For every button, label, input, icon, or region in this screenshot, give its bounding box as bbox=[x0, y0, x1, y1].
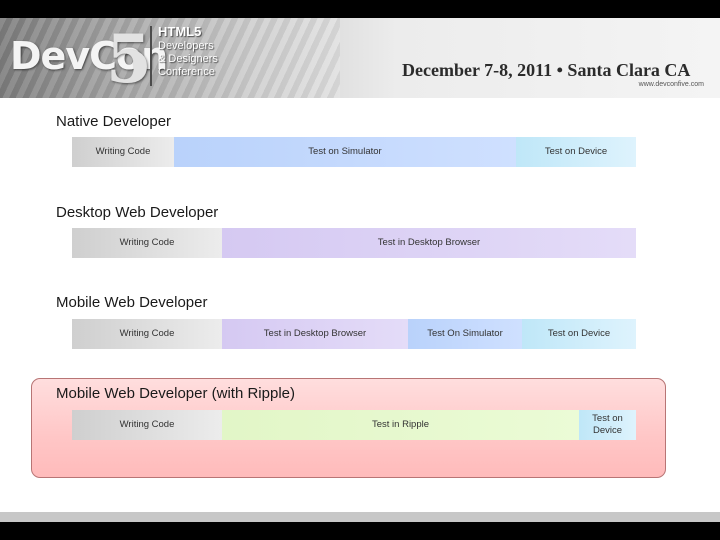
native-test-device-segment: Test on Device bbox=[516, 137, 636, 167]
section-title-mobile-web-developer: Mobile Web Developer bbox=[56, 294, 208, 311]
section-title-mobile-web-developer-ripple: Mobile Web Developer (with Ripple) bbox=[56, 385, 295, 402]
logo-subtitle-line-3: Conference bbox=[158, 66, 215, 78]
ripple-test-in-ripple-segment: Test in Ripple bbox=[222, 410, 579, 440]
mobile-writing-code-segment: Writing Code bbox=[72, 319, 222, 349]
mobile-test-desktop-browser-segment: Test in Desktop Browser bbox=[222, 319, 408, 349]
logo-html5: HTML5 bbox=[158, 24, 202, 39]
ripple-writing-code-segment: Writing Code bbox=[72, 410, 222, 440]
ripple-test-device-segment: Test on Device bbox=[579, 410, 636, 440]
top-black-bar bbox=[0, 0, 720, 18]
mobile-test-device-segment: Test on Device bbox=[522, 319, 636, 349]
logo-subtitle-line-2: & Designers bbox=[158, 53, 218, 65]
bottom-black-bar bbox=[0, 522, 720, 540]
footer-grey-strip bbox=[0, 512, 720, 522]
desktop-test-browser-segment: Test in Desktop Browser bbox=[222, 228, 636, 258]
desktop-writing-code-segment: Writing Code bbox=[72, 228, 222, 258]
logo-divider bbox=[150, 26, 152, 86]
native-writing-code-segment: Writing Code bbox=[72, 137, 174, 167]
native-test-simulator-segment: Test on Simulator bbox=[174, 137, 516, 167]
logo-subtitle: Developers & Designers Conference bbox=[158, 40, 248, 79]
event-url: www.devconfive.com bbox=[638, 81, 704, 88]
mobile-test-simulator-segment: Test On Simulator bbox=[408, 319, 522, 349]
section-title-desktop-web-developer: Desktop Web Developer bbox=[56, 204, 219, 221]
section-title-native-developer: Native Developer bbox=[56, 113, 172, 130]
event-date-location: December 7-8, 2011 • Santa Clara CA bbox=[402, 60, 691, 80]
logo-subtitle-line-1: Developers bbox=[158, 40, 214, 52]
conference-banner: DevCon 5 HTML5 Developers & Designers Co… bbox=[0, 18, 720, 98]
logo-five: 5 bbox=[106, 20, 152, 98]
